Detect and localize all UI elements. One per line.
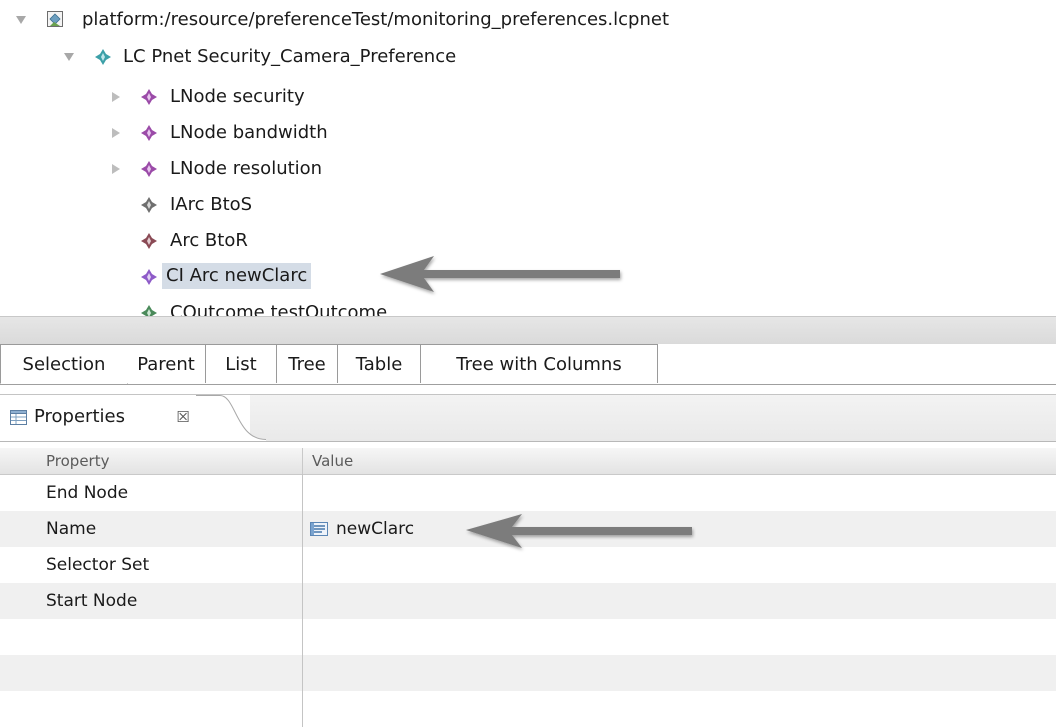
tab-tree-with-columns[interactable]: Tree with Columns xyxy=(421,344,658,383)
tree-item-pnet[interactable]: LC Pnet Security_Camera_Preference xyxy=(0,39,1056,75)
properties-table-icon xyxy=(10,410,27,425)
tree-item-label: LNode bandwidth xyxy=(170,122,328,143)
editor-separator xyxy=(0,316,1056,345)
tree-item-label: platform:/resource/preferenceTest/monito… xyxy=(82,9,670,30)
tree-item-lnode-resolution[interactable]: LNode resolution xyxy=(0,151,1056,187)
diamond-node-icon xyxy=(140,304,158,316)
expanded-twisty-icon[interactable] xyxy=(13,12,29,28)
tab-list[interactable]: List xyxy=(206,344,277,383)
tree-item-label: LC Pnet Security_Camera_Preference xyxy=(123,46,457,67)
resource-tree: platform:/resource/preferenceTest/monito… xyxy=(0,0,1056,316)
tab-label: Tree with Columns xyxy=(456,353,622,375)
tab-label: Parent xyxy=(137,353,195,375)
diamond-node-icon xyxy=(140,88,158,106)
property-value: newClarc xyxy=(336,519,415,539)
expanded-twisty-icon[interactable] xyxy=(61,49,77,65)
tab-curve xyxy=(196,395,266,441)
tree-item-iarc-btos[interactable]: IArc BtoS xyxy=(0,187,1056,223)
tree-item-label: IArc BtoS xyxy=(170,194,253,215)
properties-title: Properties xyxy=(34,406,125,427)
editor-tab-bar: Selection Parent List Tree Table Tree wi… xyxy=(0,344,1056,385)
column-header-label: Value xyxy=(312,452,354,470)
callout-arrow-icon xyxy=(380,256,620,292)
properties-table: Property Value End Node Name newClarc Se… xyxy=(0,448,1056,727)
empty-row xyxy=(0,655,1056,691)
property-value-cell[interactable]: newClarc xyxy=(310,511,414,547)
column-header-property[interactable]: Property xyxy=(0,448,303,475)
diamond-node-icon xyxy=(140,268,158,286)
property-name: Start Node xyxy=(46,591,138,611)
column-header-value[interactable]: Value xyxy=(303,448,1056,475)
tree-item-lnode-bandwidth[interactable]: LNode bandwidth xyxy=(0,115,1056,151)
empty-row xyxy=(0,691,1056,727)
tree-item-label: LNode security xyxy=(170,86,305,107)
diamond-node-icon xyxy=(140,232,158,250)
column-header-label: Property xyxy=(46,452,110,470)
collapsed-twisty-icon[interactable] xyxy=(108,89,124,105)
tab-label: Selection xyxy=(22,353,106,375)
tree-item-lnode-security[interactable]: LNode security xyxy=(0,79,1056,115)
diamond-node-icon xyxy=(94,48,112,66)
close-icon[interactable]: ☒ xyxy=(174,406,192,428)
property-row-end-node[interactable]: End Node xyxy=(0,475,1056,511)
tree-item-label: COutcome testOutcome xyxy=(170,302,388,316)
diamond-node-icon xyxy=(140,160,158,178)
tab-label: Table xyxy=(355,353,403,375)
tab-selection[interactable]: Selection xyxy=(0,344,128,384)
tab-table[interactable]: Table xyxy=(338,344,421,383)
text-value-icon xyxy=(310,522,328,536)
resource-file-icon xyxy=(46,10,64,28)
tree-item-resource[interactable]: platform:/resource/preferenceTest/monito… xyxy=(0,2,1056,38)
tab-label: List xyxy=(225,353,257,375)
tree-item-label: Arc BtoR xyxy=(170,230,248,251)
callout-arrow-icon xyxy=(466,514,692,548)
tab-tree[interactable]: Tree xyxy=(277,344,338,383)
property-name: End Node xyxy=(46,483,129,503)
property-row-start-node[interactable]: Start Node xyxy=(0,583,1056,619)
property-name: Name xyxy=(46,519,97,539)
empty-row xyxy=(0,619,1056,655)
column-divider xyxy=(302,474,303,727)
property-name: Selector Set xyxy=(46,555,150,575)
collapsed-twisty-icon[interactable] xyxy=(108,161,124,177)
diamond-node-icon xyxy=(140,124,158,142)
tab-label: Tree xyxy=(288,353,326,375)
properties-view-header: Properties ☒ xyxy=(0,394,1056,442)
diamond-node-icon xyxy=(140,196,158,214)
tab-parent[interactable]: Parent xyxy=(127,344,206,383)
tree-item-label: CI Arc newClarc xyxy=(162,263,312,289)
collapsed-twisty-icon[interactable] xyxy=(108,125,124,141)
tree-item-label: LNode resolution xyxy=(170,158,323,179)
